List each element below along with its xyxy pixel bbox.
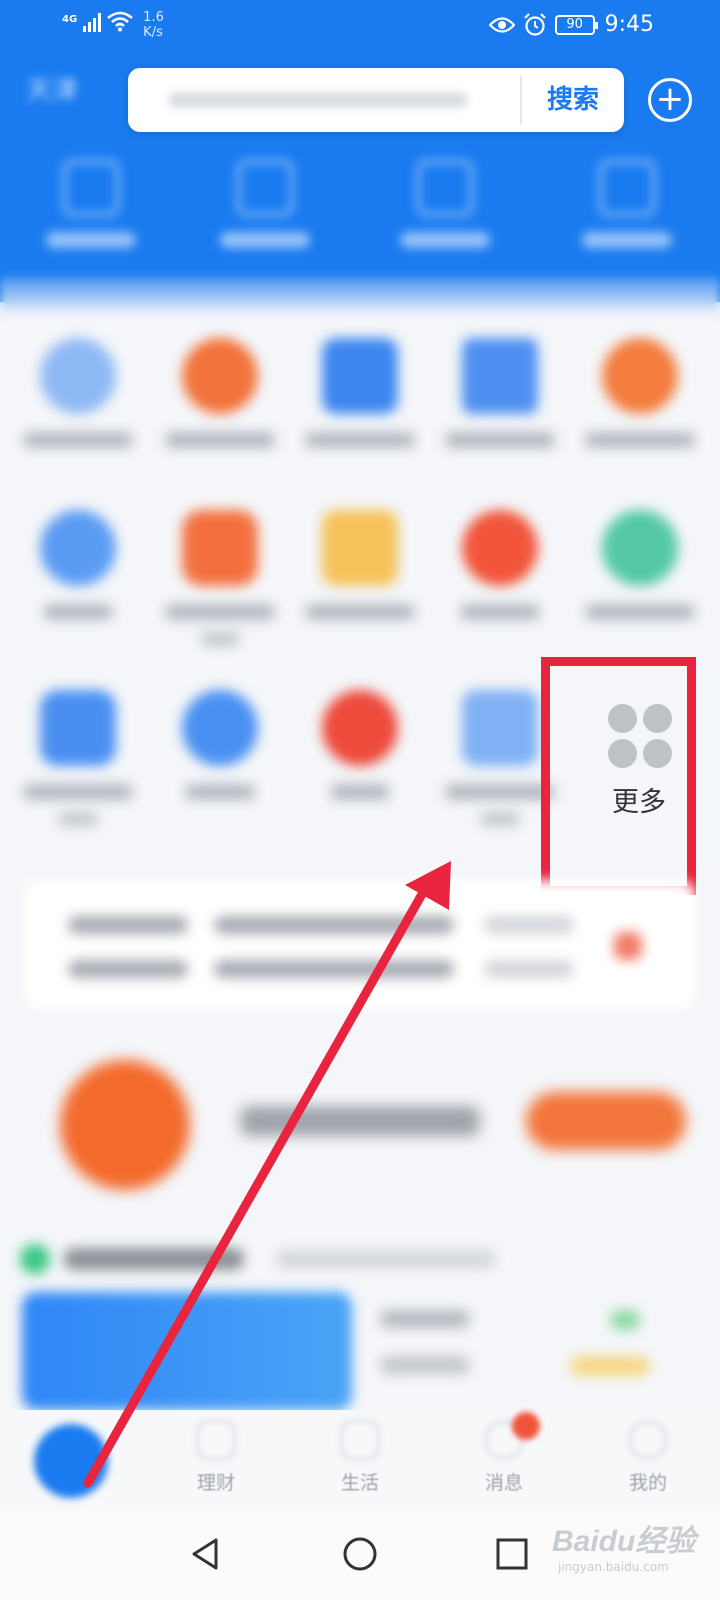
service-item[interactable] [570, 510, 710, 620]
alarm-icon [523, 12, 546, 36]
service-item[interactable] [8, 510, 148, 620]
message-badge [512, 1412, 540, 1440]
nav-life[interactable]: 生活 [300, 1410, 420, 1510]
status-bar: 4G 1.6 K/s 90 9:45 [0, 0, 720, 52]
search-button[interactable]: 搜索 [522, 68, 624, 132]
network-speed: 1.6 K/s [143, 10, 164, 40]
status-left: 4G 1.6 K/s [62, 10, 164, 40]
speed-value: 1.6 [143, 10, 164, 25]
service-item[interactable] [8, 338, 148, 448]
watermark-url: jingyan.baidu.com [558, 1560, 669, 1574]
network-type: 4G [62, 14, 78, 25]
status-right: 90 9:45 [488, 12, 654, 37]
quick-action[interactable] [380, 160, 510, 248]
home-icon[interactable] [34, 1424, 108, 1498]
service-item[interactable] [290, 510, 430, 620]
promo-banner[interactable] [20, 1040, 700, 1190]
nav-message[interactable]: 消息 [444, 1410, 564, 1510]
side-list[interactable] [380, 1310, 690, 1410]
service-item[interactable] [570, 338, 710, 448]
quick-action[interactable] [200, 160, 330, 248]
search-placeholder [168, 92, 468, 108]
quick-action[interactable] [562, 160, 692, 248]
home-circle-icon[interactable] [340, 1534, 380, 1574]
service-item[interactable] [150, 690, 290, 800]
nav-profile[interactable]: 我的 [588, 1410, 708, 1510]
nav-label: 理财 [196, 1472, 235, 1494]
nav-label: 消息 [484, 1472, 523, 1494]
speed-unit: K/s [143, 25, 163, 40]
service-item[interactable] [290, 338, 430, 448]
nav-label: 生活 [340, 1472, 379, 1494]
notice-card[interactable] [24, 880, 696, 1010]
wifi-icon [107, 11, 133, 32]
service-item[interactable] [430, 338, 570, 448]
quick-action[interactable] [26, 160, 156, 248]
battery-indicator: 90 [554, 14, 598, 35]
service-item[interactable] [290, 690, 430, 800]
watermark: Baidu经验 jingyan.baidu.com [552, 1516, 712, 1596]
nav-label: 我的 [628, 1472, 667, 1494]
search-bar[interactable]: 搜索 [128, 68, 624, 132]
card-banner[interactable] [22, 1292, 352, 1410]
service-item[interactable] [150, 510, 290, 646]
section-header [20, 1238, 700, 1278]
watermark-brand: Baidu经验 [552, 1525, 696, 1558]
wealth-icon [196, 1420, 236, 1460]
quick-actions [0, 160, 720, 270]
highlight-box [541, 657, 696, 895]
back-triangle-icon[interactable] [186, 1534, 226, 1574]
eye-icon [488, 16, 515, 33]
profile-icon [628, 1420, 668, 1460]
service-item[interactable] [430, 510, 570, 620]
plus-circle-icon[interactable]: + [648, 78, 692, 122]
service-item[interactable] [8, 690, 148, 826]
nav-wealth[interactable]: 理财 [156, 1410, 276, 1510]
recents-square-icon[interactable] [492, 1534, 532, 1574]
bottom-nav: 理财 生活 消息 我的 [0, 1410, 720, 1510]
header-fade [0, 276, 720, 316]
clock: 9:45 [604, 12, 654, 37]
city-selector[interactable]: 天津 [26, 70, 78, 107]
service-item[interactable] [150, 338, 290, 448]
signal-icon [83, 10, 102, 32]
life-icon [340, 1420, 380, 1460]
